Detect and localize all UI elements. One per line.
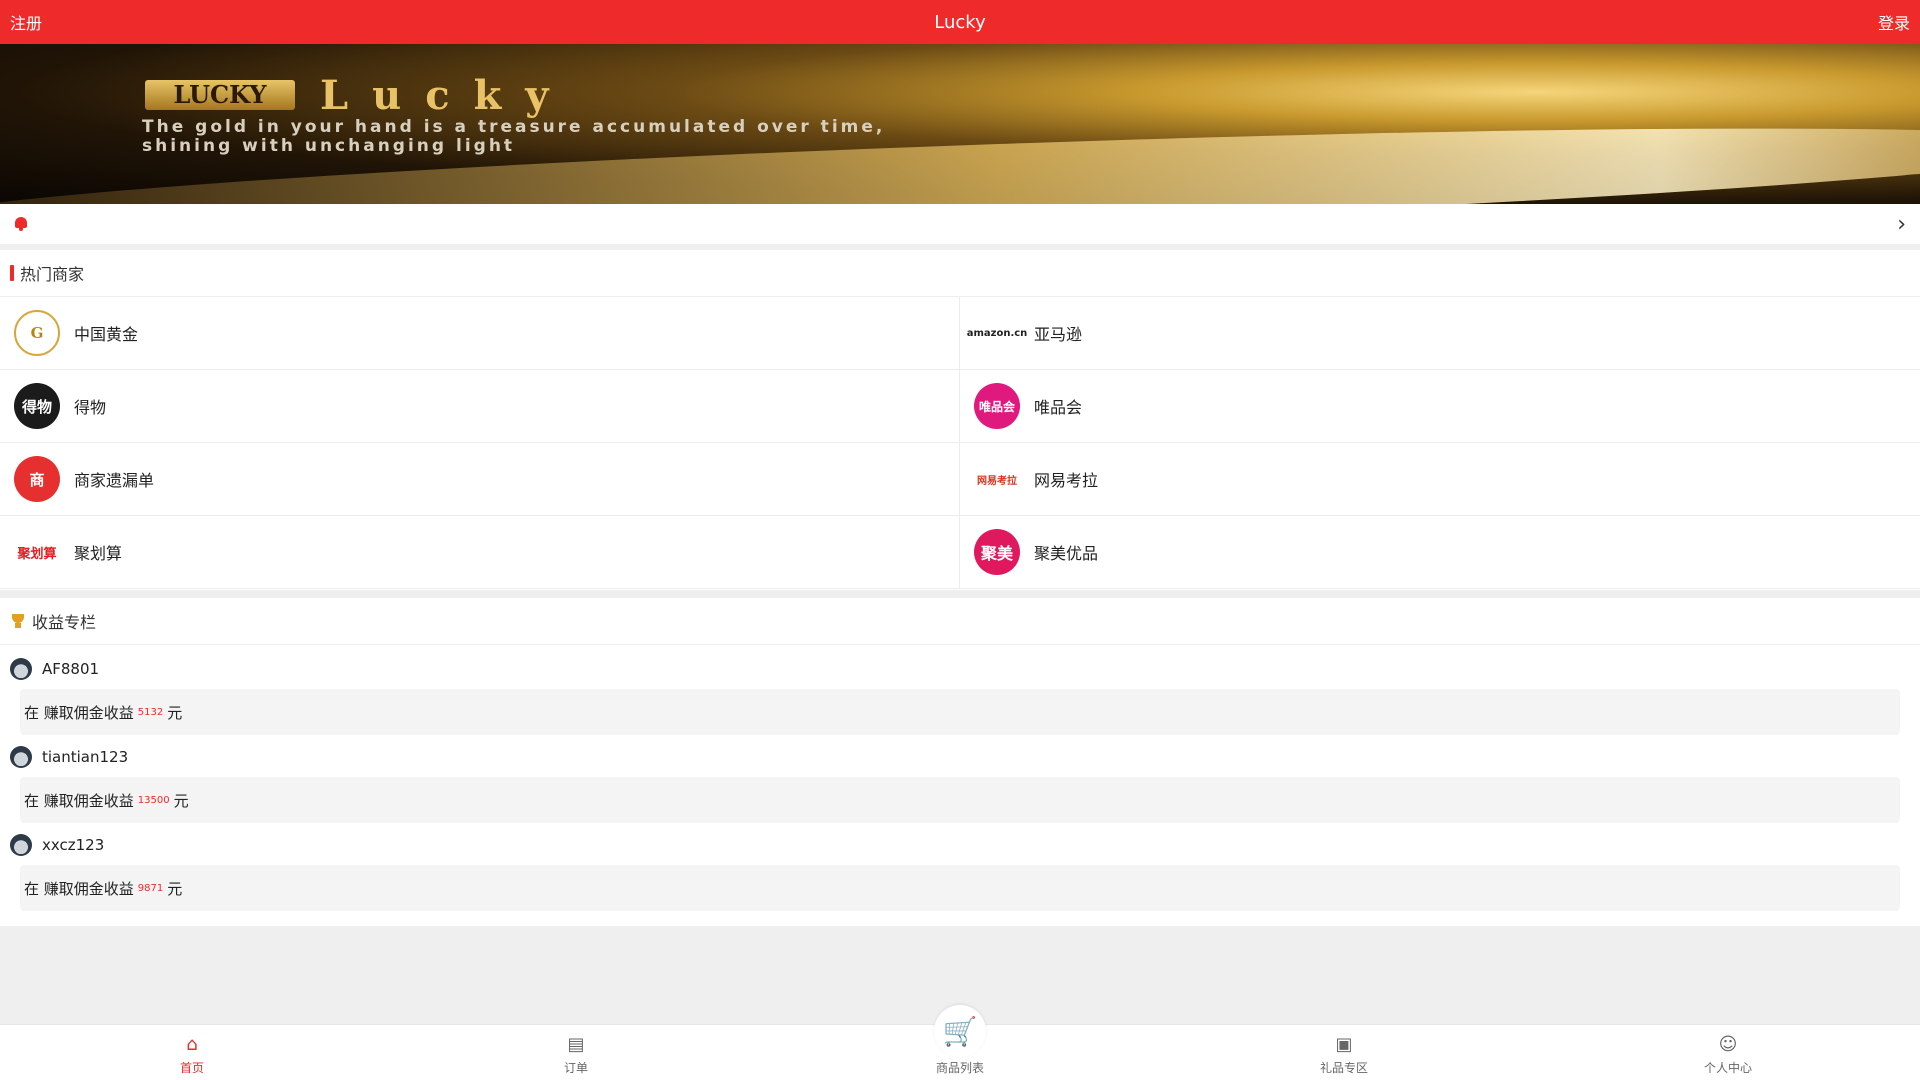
avatar xyxy=(10,746,32,768)
earning-user-row: AF8801 xyxy=(0,649,1920,689)
earning-detail: 在 赚取佣金收益 9871 元 xyxy=(20,865,1900,911)
tab-label: 个人中心 xyxy=(1703,1061,1752,1075)
earning-user-row: tiantian123 xyxy=(0,737,1920,777)
banner-logo: LUCKY xyxy=(145,80,295,110)
merchant-item[interactable]: 商商家遗漏单 xyxy=(0,443,960,516)
earning-unit: 元 xyxy=(173,791,189,810)
merchant-item[interactable]: 聚美 聚美优品 xyxy=(960,516,1920,589)
bell-icon xyxy=(14,217,28,231)
earning-prefix: 在 赚取佣金收益 xyxy=(24,791,134,810)
tab-gift[interactable]: ▣ 礼品专区 xyxy=(1152,1025,1536,1080)
merchant-logo-icon: G xyxy=(14,310,60,356)
hot-merchants-section: 热门商家 G 中国黄金 amazon.cn 亚马逊 得物 得物 唯品会 唯品会商商家遗漏单 网易… xyxy=(0,250,1920,590)
merchant-name: 中国黄金 xyxy=(74,325,139,344)
merchant-item[interactable]: 聚划算 聚划算 xyxy=(0,516,960,589)
earnings-list: AF8801 在 赚取佣金收益 5132 元 tiantian123 在 赚取佣金收益 13… xyxy=(0,645,1920,911)
merchant-logo-icon: 得物 xyxy=(14,383,60,429)
hot-merchants-header: 热门商家 xyxy=(0,250,1920,297)
merchant-logo-icon: 商 xyxy=(14,456,60,502)
cart-icon[interactable]: 🛒 xyxy=(934,1005,986,1057)
earning-amount: 13500 xyxy=(137,794,170,806)
notice-bar[interactable]: › xyxy=(0,204,1920,244)
merchant-item[interactable]: 得物 得物 xyxy=(0,370,960,443)
merchant-name: 聚美优品 xyxy=(1034,544,1099,563)
merchant-item[interactable]: G 中国黄金 xyxy=(0,297,960,370)
earning-username: xxcz123 xyxy=(42,836,105,854)
banner-tagline: The gold in your hand is a treasure accu… xyxy=(142,117,886,156)
section-marker-icon xyxy=(10,265,14,281)
merchant-item[interactable]: 唯品会 唯品会 xyxy=(960,370,1920,443)
merchant-logo-icon: amazon.cn xyxy=(967,310,1027,356)
gift-icon: ▣ xyxy=(1335,1033,1353,1055)
earning-detail: 在 赚取佣金收益 5132 元 xyxy=(20,689,1900,735)
merchant-logo-icon: 聚划算 xyxy=(14,529,60,575)
home-icon: ⌂ xyxy=(186,1033,198,1055)
tab-user[interactable]: ☺ 个人中心 xyxy=(1536,1025,1920,1080)
hero-banner[interactable]: LUCKY Lucky The gold in your hand is a t… xyxy=(0,44,1920,204)
tab-label: 订单 xyxy=(563,1061,588,1075)
merchant-name: 亚马逊 xyxy=(1034,325,1083,344)
earning-username: AF8801 xyxy=(42,660,100,678)
merchant-logo-icon: 聚美 xyxy=(974,529,1020,575)
earning-amount: 5132 xyxy=(137,706,164,718)
tab-label: 礼品专区 xyxy=(1319,1061,1368,1075)
merchant-name: 网易考拉 xyxy=(1034,471,1099,490)
earning-unit: 元 xyxy=(167,879,183,898)
trophy-icon xyxy=(10,613,26,629)
banner-brand: Lucky xyxy=(320,72,573,119)
merchant-logo-icon: 网易考拉 xyxy=(974,456,1020,502)
app-header: 注册 Lucky 登录 xyxy=(0,0,1920,44)
bottom-tab-bar: ⌂ 首页 ▤ 订单 🛒 商品列表 ▣ 礼品专区 ☺ 个人中心 xyxy=(0,1005,1920,1080)
earning-username: tiantian123 xyxy=(42,748,129,766)
login-link[interactable]: 登录 xyxy=(1878,10,1910,34)
tab-label: 首页 xyxy=(179,1061,204,1075)
merchant-logo-icon: 唯品会 xyxy=(974,383,1020,429)
tab-order[interactable]: ▤ 订单 xyxy=(384,1025,768,1080)
merchant-name: 得物 xyxy=(74,398,107,417)
earning-detail: 在 赚取佣金收益 13500 元 xyxy=(20,777,1900,823)
app-title: Lucky xyxy=(934,11,986,33)
avatar xyxy=(10,834,32,856)
merchant-grid: G 中国黄金 amazon.cn 亚马逊 得物 得物 唯品会 唯品会商商家遗漏单 网易考拉 网易考… xyxy=(0,297,1920,589)
merchant-name: 唯品会 xyxy=(1034,398,1083,417)
earnings-title: 收益专栏 xyxy=(32,613,97,632)
earnings-header: 收益专栏 xyxy=(0,598,1920,645)
tab-cart[interactable]: 🛒 商品列表 xyxy=(768,1005,1152,1080)
earning-prefix: 在 赚取佣金收益 xyxy=(24,703,134,722)
earning-prefix: 在 赚取佣金收益 xyxy=(24,879,134,898)
earning-unit: 元 xyxy=(167,703,183,722)
chevron-right-icon[interactable]: › xyxy=(1897,212,1906,237)
user-icon: ☺ xyxy=(1718,1033,1738,1055)
merchant-name: 聚划算 xyxy=(74,544,123,563)
order-icon: ▤ xyxy=(567,1033,585,1055)
earning-user-row: xxcz123 xyxy=(0,825,1920,865)
earnings-section: 收益专栏 AF8801 在 赚取佣金收益 5132 元 tiantian123 在 赚取佣… xyxy=(0,598,1920,926)
tab-label: 商品列表 xyxy=(935,1061,984,1075)
tab-home[interactable]: ⌂ 首页 xyxy=(0,1025,384,1080)
merchant-name: 商家遗漏单 xyxy=(74,471,155,490)
merchant-item[interactable]: amazon.cn 亚马逊 xyxy=(960,297,1920,370)
hot-merchants-title: 热门商家 xyxy=(20,265,85,284)
avatar xyxy=(10,658,32,680)
merchant-item[interactable]: 网易考拉 网易考拉 xyxy=(960,443,1920,516)
earning-amount: 9871 xyxy=(137,882,164,894)
register-link[interactable]: 注册 xyxy=(10,10,42,34)
